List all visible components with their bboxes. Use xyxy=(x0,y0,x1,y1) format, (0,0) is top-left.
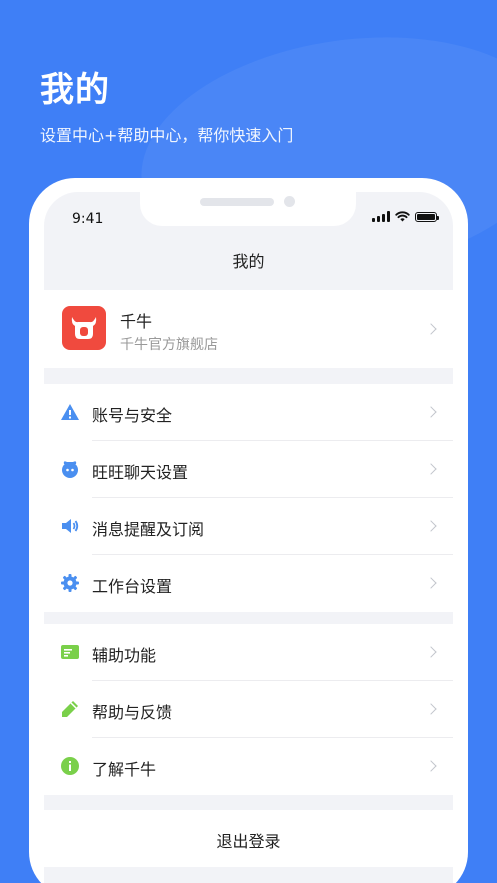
menu-item-help-feedback[interactable]: 帮助与反馈 xyxy=(44,681,453,738)
menu-item-label: 工作台设置 xyxy=(92,577,173,596)
qianniu-logo xyxy=(62,306,106,350)
menu-item-account-security[interactable]: 账号与安全 xyxy=(44,384,453,441)
menu-item-label: 了解千牛 xyxy=(92,760,157,779)
chevron-right-icon xyxy=(425,406,437,418)
profile-card[interactable]: 千牛 千牛官方旗舰店 xyxy=(44,290,453,368)
menu-item-workbench-settings[interactable]: 工作台设置 xyxy=(44,555,453,612)
page-subtitle: 设置中心+帮助中心，帮你快速入门 xyxy=(40,126,294,145)
settings-group: 账号与安全 旺旺聊天设置 消息提醒及订阅 工作台设置 xyxy=(44,384,453,612)
logout-label: 退出登录 xyxy=(216,832,281,851)
chevron-right-icon xyxy=(425,577,437,589)
menu-item-label: 帮助与反馈 xyxy=(92,703,173,722)
menu-item-label: 旺旺聊天设置 xyxy=(92,463,189,482)
chevron-right-icon xyxy=(425,760,437,772)
phone-screen: 9:41 我的 千牛 千牛官方旗舰店 账号与安全 旺旺聊天设置 消息提醒及订阅 … xyxy=(44,192,453,883)
pencil-icon xyxy=(62,701,78,717)
status-time: 9:41 xyxy=(72,211,104,227)
battery-icon xyxy=(415,211,439,222)
help-group: 辅助功能 帮助与反馈 了解千牛 xyxy=(44,624,453,795)
page-title: 我的 xyxy=(40,70,110,110)
phone-notch xyxy=(140,192,356,226)
chevron-right-icon xyxy=(425,703,437,715)
speaker-grille xyxy=(200,198,274,206)
phone-frame: 9:41 我的 千牛 千牛官方旗舰店 账号与安全 旺旺聊天设置 消息提醒及订阅 … xyxy=(29,178,468,883)
profile-name: 千牛 xyxy=(120,312,153,331)
profile-subtitle: 千牛官方旗舰店 xyxy=(120,337,218,353)
nav-title: 我的 xyxy=(232,252,265,271)
card-icon xyxy=(61,645,79,659)
wifi-icon xyxy=(395,211,410,222)
wangwang-chat-icon xyxy=(62,461,78,478)
status-icons xyxy=(372,211,439,222)
logout-button[interactable]: 退出登录 xyxy=(44,810,453,867)
menu-item-label: 辅助功能 xyxy=(92,646,157,665)
warning-triangle-icon xyxy=(61,404,79,420)
chevron-right-icon xyxy=(425,463,437,475)
chevron-right-icon xyxy=(425,520,437,532)
chevron-right-icon xyxy=(425,323,437,335)
menu-item-label: 消息提醒及订阅 xyxy=(92,520,205,539)
signal-icon xyxy=(372,211,390,222)
menu-item-label: 账号与安全 xyxy=(92,406,173,425)
info-icon xyxy=(61,757,79,775)
menu-item-notifications[interactable]: 消息提醒及订阅 xyxy=(44,498,453,555)
menu-item-about[interactable]: 了解千牛 xyxy=(44,738,453,795)
speaker-icon xyxy=(62,519,79,533)
chevron-right-icon xyxy=(425,646,437,658)
menu-item-wangwang-settings[interactable]: 旺旺聊天设置 xyxy=(44,441,453,498)
gear-icon xyxy=(61,574,79,592)
front-camera xyxy=(284,196,295,207)
menu-item-accessibility[interactable]: 辅助功能 xyxy=(44,624,453,681)
